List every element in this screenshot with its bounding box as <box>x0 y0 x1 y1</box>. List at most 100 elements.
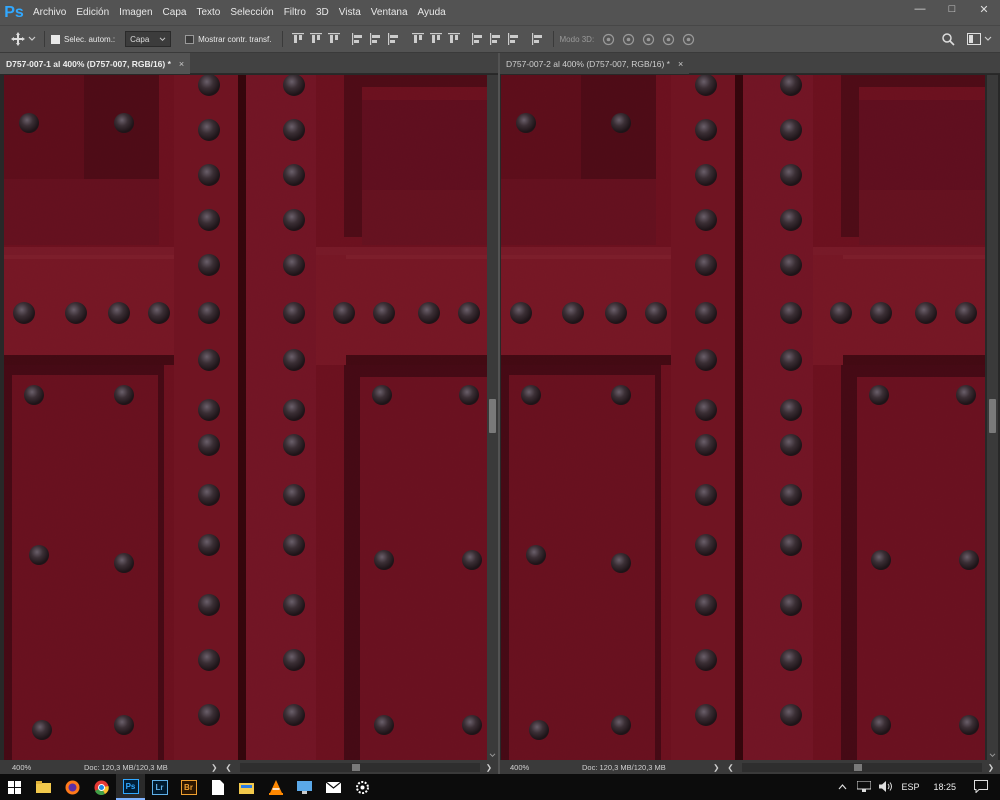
photoshop-taskbar-icon[interactable]: Ps <box>116 774 145 800</box>
vertical-scrollbar[interactable] <box>487 75 498 760</box>
folder-icon[interactable] <box>232 774 261 800</box>
align-top-edges-icon[interactable] <box>289 31 307 47</box>
settings-icon[interactable] <box>348 774 377 800</box>
distribute-left-icon[interactable] <box>469 31 487 47</box>
tray-overflow-icon[interactable] <box>838 782 847 792</box>
menu-archivo[interactable]: Archivo <box>28 0 71 25</box>
separator <box>44 31 45 47</box>
menu-capa[interactable]: Capa <box>158 0 192 25</box>
status-menu-icon[interactable]: ❯ <box>713 763 719 772</box>
tool-preset-chevron-icon[interactable] <box>26 31 38 47</box>
horizontal-scrollbar[interactable] <box>239 762 480 772</box>
align-bottom-edges-icon[interactable] <box>325 31 343 47</box>
hscroll-left-icon[interactable]: ❮ <box>225 763 231 772</box>
zoom-level[interactable]: 400% <box>12 763 72 772</box>
minimize-button[interactable]: — <box>904 0 936 18</box>
distribute-top-icon[interactable] <box>409 31 427 47</box>
menu-texto[interactable]: Texto <box>191 0 225 25</box>
hscroll-thumb[interactable] <box>853 763 862 771</box>
workspace-switcher-icon[interactable] <box>966 31 982 47</box>
tab-close-icon[interactable]: × <box>678 59 683 69</box>
document-info[interactable]: Doc: 120,3 MB/120,3 MB <box>582 763 666 772</box>
status-bar: 400% Doc: 120,3 MB/120,3 MB ❯ ❮ ❯ <box>500 760 1000 774</box>
menu-3d[interactable]: 3D <box>311 0 334 25</box>
document-window-2: D757-007-2 al 400% (D757-007, RGB/16) * … <box>498 53 1000 774</box>
distribute-hcenter-icon[interactable] <box>487 31 505 47</box>
lightroom-icon[interactable]: Lr <box>145 774 174 800</box>
scroll-down-icon <box>989 753 996 758</box>
separator <box>552 31 554 47</box>
scale-3d-icon[interactable] <box>678 31 698 47</box>
vertical-scrollbar[interactable] <box>987 75 998 760</box>
align-vertical-centers-icon[interactable] <box>307 31 325 47</box>
pc-monitor-icon[interactable] <box>290 774 319 800</box>
network-icon[interactable] <box>856 780 872 794</box>
document-tab-bar: D757-007-1 al 400% (D757-007, RGB/16) * … <box>0 53 498 74</box>
distribute-bottom-icon[interactable] <box>445 31 463 47</box>
slide-3d-icon[interactable] <box>658 31 678 47</box>
zoom-level[interactable]: 400% <box>510 763 570 772</box>
windows-start-icon[interactable] <box>0 774 29 800</box>
bridge-icon[interactable]: Br <box>174 774 203 800</box>
scroll-thumb[interactable] <box>989 399 996 433</box>
auto-align-layers-icon[interactable] <box>529 31 547 47</box>
workspace-chevron-icon[interactable] <box>982 31 994 47</box>
align-right-edges-icon[interactable] <box>385 31 403 47</box>
transform-controls-label: Mostrar contr. transf. <box>198 34 272 44</box>
auto-select-target-select[interactable]: Capa <box>125 31 172 47</box>
image-canvas[interactable] <box>501 75 985 760</box>
horizontal-scrollbar[interactable] <box>741 762 982 772</box>
roll-3d-icon[interactable] <box>618 31 638 47</box>
document-info[interactable]: Doc: 120,3 MB/120,3 MB <box>84 763 168 772</box>
mail-icon[interactable] <box>319 774 348 800</box>
menu-edicion[interactable]: Edición <box>71 0 114 25</box>
align-buttons-group <box>289 31 547 47</box>
photoshop-logo: Ps <box>4 3 24 21</box>
restore-button[interactable]: □ <box>936 0 968 18</box>
hscroll-thumb[interactable] <box>351 763 360 771</box>
hscroll-right-icon[interactable]: ❯ <box>486 763 492 772</box>
document-tab-title: D757-007-1 al 400% (D757-007, RGB/16) * <box>6 58 171 69</box>
distribute-right-icon[interactable] <box>505 31 523 47</box>
speaker-icon[interactable] <box>879 780 893 794</box>
menu-vista[interactable]: Vista <box>334 0 366 25</box>
menu-bar: Ps Archivo Edición Imagen Capa Texto Sel… <box>0 0 1000 25</box>
scroll-down-icon <box>489 753 496 758</box>
auto-select-checkbox[interactable] <box>51 34 60 44</box>
bridge-label: Br <box>180 779 197 795</box>
drag-3d-icon[interactable] <box>638 31 658 47</box>
align-horizontal-centers-icon[interactable] <box>367 31 385 47</box>
menu-ventana[interactable]: Ventana <box>366 0 413 25</box>
document-tab-2[interactable]: D757-007-2 al 400% (D757-007, RGB/16) * … <box>500 53 690 74</box>
select-chevron-icon <box>159 36 166 41</box>
file-explorer-icon[interactable] <box>29 774 58 800</box>
menu-filtro[interactable]: Filtro <box>279 0 311 25</box>
notifications-icon[interactable] <box>974 779 988 795</box>
move-tool-icon[interactable] <box>10 31 26 47</box>
tab-close-icon[interactable]: × <box>179 59 184 69</box>
firefox-icon[interactable] <box>58 774 87 800</box>
image-canvas[interactable] <box>4 75 487 760</box>
rotate-3d-icon[interactable] <box>598 31 618 47</box>
scroll-thumb[interactable] <box>489 399 496 433</box>
menu-seleccion[interactable]: Selección <box>225 0 278 25</box>
hscroll-left-icon[interactable]: ❮ <box>727 763 733 772</box>
menu-ayuda[interactable]: Ayuda <box>413 0 451 25</box>
language-indicator[interactable]: ESP <box>901 782 919 792</box>
document-tab-1[interactable]: D757-007-1 al 400% (D757-007, RGB/16) * … <box>0 53 191 74</box>
document-icon[interactable] <box>203 774 232 800</box>
document-window-1: D757-007-1 al 400% (D757-007, RGB/16) * … <box>0 53 498 774</box>
search-icon[interactable] <box>940 31 956 47</box>
vlc-icon[interactable] <box>261 774 290 800</box>
transform-controls-checkbox[interactable] <box>185 34 195 44</box>
align-left-edges-icon[interactable] <box>349 31 367 47</box>
menu-imagen[interactable]: Imagen <box>114 0 157 25</box>
mode-3d-label: Modo 3D: <box>559 34 595 44</box>
status-menu-icon[interactable]: ❯ <box>211 763 217 772</box>
distribute-vcenter-icon[interactable] <box>427 31 445 47</box>
lightroom-label: Lr <box>151 779 168 795</box>
hscroll-right-icon[interactable]: ❯ <box>988 763 994 772</box>
clock[interactable]: 18:25 <box>933 782 956 792</box>
close-button[interactable]: ✕ <box>968 0 1000 18</box>
chrome-icon[interactable] <box>87 774 116 800</box>
